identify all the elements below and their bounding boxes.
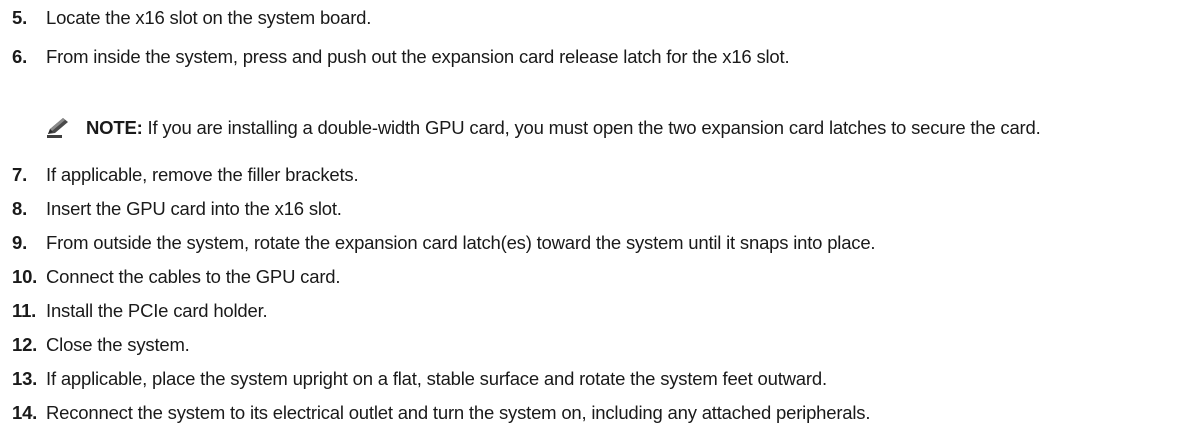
- step-text: If applicable, place the system upright …: [46, 368, 827, 389]
- step-number: 14.: [12, 402, 38, 423]
- list-item-step-14: 14. Reconnect the system to its electric…: [0, 398, 870, 428]
- list-item-step-6: 6. From inside the system, press and pus…: [0, 42, 790, 72]
- step-number: 7.: [12, 164, 28, 185]
- list-item-step-8: 8. Insert the GPU card into the x16 slot…: [0, 194, 342, 224]
- step-number: 9.: [12, 232, 28, 253]
- note-label: NOTE:: [86, 117, 143, 138]
- step-number: 10.: [12, 266, 38, 287]
- step-number: 12.: [12, 334, 38, 355]
- document-page: 5. Locate the x16 slot on the system boa…: [0, 0, 1178, 444]
- step-text: Reconnect the system to its electrical o…: [46, 402, 871, 423]
- step-text: Insert the GPU card into the x16 slot.: [46, 198, 342, 219]
- list-item-step-11: 11. Install the PCIe card holder.: [0, 296, 268, 326]
- note-callout: NOTE: If you are installing a double-wid…: [46, 113, 1166, 142]
- step-text: Connect the cables to the GPU card.: [46, 266, 341, 287]
- list-item-step-7: 7. If applicable, remove the filler brac…: [0, 160, 359, 190]
- note-body: NOTE: If you are installing a double-wid…: [86, 113, 1166, 142]
- list-item-step-9: 9. From outside the system, rotate the e…: [0, 228, 876, 258]
- step-text: Locate the x16 slot on the system board.: [46, 7, 372, 28]
- pencil-note-icon: [46, 117, 72, 139]
- step-number: 8.: [12, 198, 28, 219]
- step-text: From outside the system, rotate the expa…: [46, 232, 876, 253]
- step-text: From inside the system, press and push o…: [46, 46, 790, 67]
- list-item-step-10: 10. Connect the cables to the GPU card.: [0, 262, 341, 292]
- list-item-step-12: 12. Close the system.: [0, 330, 190, 360]
- step-number: 5.: [12, 7, 28, 28]
- step-number: 11.: [12, 300, 37, 321]
- list-item-step-13: 13. If applicable, place the system upri…: [0, 364, 827, 394]
- list-item-step-5: 5. Locate the x16 slot on the system boa…: [0, 3, 371, 33]
- step-text: Close the system.: [46, 334, 190, 355]
- step-number: 13.: [12, 368, 38, 389]
- step-number: 6.: [12, 46, 28, 67]
- step-text: If applicable, remove the filler bracket…: [46, 164, 359, 185]
- note-text: If you are installing a double-width GPU…: [142, 117, 1041, 138]
- step-text: Install the PCIe card holder.: [46, 300, 268, 321]
